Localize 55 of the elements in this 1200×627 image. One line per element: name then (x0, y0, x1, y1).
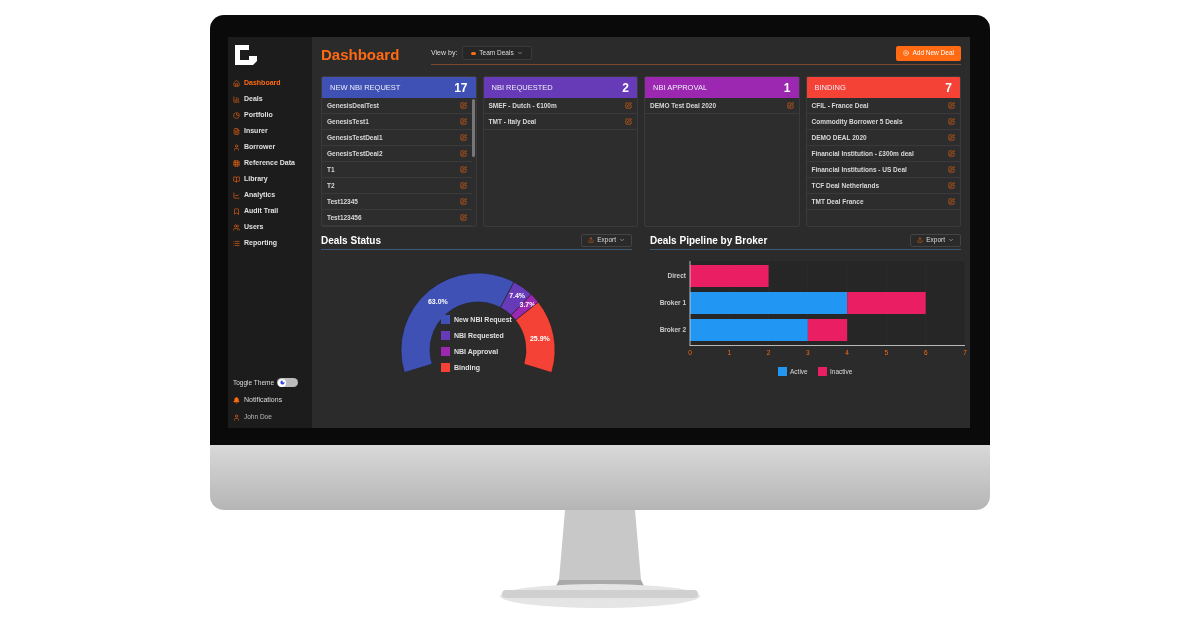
edit-icon (459, 166, 467, 173)
book-icon (233, 175, 240, 183)
upload-icon (588, 237, 595, 243)
logo-icon (235, 45, 257, 65)
person-icon (233, 413, 240, 421)
edit-icon (948, 150, 955, 157)
deal-count: 2 (622, 79, 629, 97)
house-icon (233, 79, 240, 87)
edit-icon (625, 102, 632, 109)
add-icon (903, 50, 910, 56)
edit-icon (948, 198, 955, 205)
edit-icon (459, 182, 467, 189)
moon-icon (278, 378, 287, 387)
edit-icon (459, 198, 467, 205)
list-icon (233, 239, 240, 247)
edit-icon (948, 102, 955, 109)
edit-icon (948, 118, 955, 125)
bell-icon (233, 396, 240, 404)
edit-icon (786, 102, 794, 109)
people-icon (233, 223, 240, 231)
edit-icon (459, 134, 467, 141)
tag-icon (471, 51, 477, 55)
edit-icon (625, 118, 632, 125)
chart-title: Deals Pipeline by Broker (650, 233, 768, 248)
bookmark-icon (233, 207, 240, 215)
legend-swatch (441, 363, 450, 372)
caret-icon (948, 237, 954, 243)
line-chart-icon (233, 191, 240, 199)
caret-icon (516, 50, 523, 56)
edit-icon (948, 134, 955, 141)
pie-chart-icon (233, 111, 240, 119)
person-icon (233, 143, 240, 151)
document-icon (233, 127, 240, 135)
theme-switch[interactable] (277, 378, 299, 388)
edit-icon (459, 118, 467, 125)
grid-icon (233, 159, 240, 167)
edit-icon (459, 102, 467, 109)
legend-swatch (441, 347, 450, 356)
chart-title: Deals Status (321, 233, 382, 248)
deal-count: 7 (945, 79, 952, 97)
edit-icon (948, 182, 955, 189)
edit-icon (948, 166, 955, 173)
page-title: Dashboard (321, 44, 401, 65)
caret-icon (619, 237, 625, 243)
bar-chart-icon (233, 95, 240, 103)
edit-icon (459, 150, 467, 157)
deal-count: 1 (783, 79, 791, 97)
legend-swatch (441, 315, 450, 324)
upload-icon (917, 237, 924, 243)
legend-swatch (441, 331, 450, 340)
deal-count: 17 (454, 79, 468, 97)
scrollbar[interactable] (471, 99, 475, 157)
legend-swatch (818, 367, 827, 376)
edit-icon (459, 214, 467, 221)
legend-swatch (778, 367, 787, 376)
